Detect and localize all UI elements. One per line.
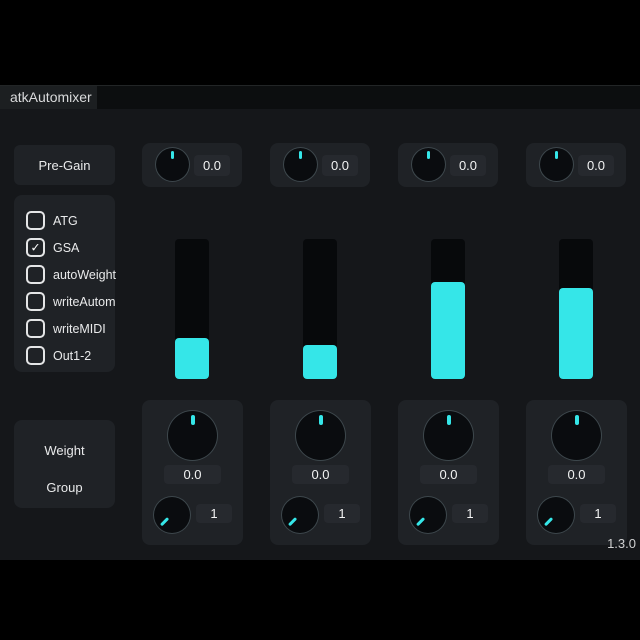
version-label: 1.3.0: [607, 536, 636, 551]
meter-fill: [175, 338, 209, 379]
checkbox-label: autoWeight: [53, 268, 116, 282]
checkbox-writemidi[interactable]: ✓ writeMIDI: [26, 315, 115, 342]
checkbox-icon: ✓: [26, 265, 45, 284]
checkbox-label: writeMIDI: [53, 322, 106, 336]
pregain-value[interactable]: 0.0: [322, 155, 358, 176]
weight-knob[interactable]: [423, 410, 474, 461]
weight-knob[interactable]: [551, 410, 602, 461]
pregain-knob-panel: 0.0: [398, 143, 498, 187]
plugin-main-surface: Pre-Gain ✓ ATG ✓ GSA ✓ autoWeight ✓ writ…: [0, 109, 640, 560]
pregain-value[interactable]: 0.0: [194, 155, 230, 176]
weight-value[interactable]: 0.0: [292, 465, 349, 484]
pregain-knob-panel: 0.0: [270, 143, 370, 187]
checkbox-label: Out1-2: [53, 349, 91, 363]
group-value[interactable]: 1: [324, 504, 360, 523]
group-label: Group: [14, 480, 115, 495]
meter-fill: [559, 288, 593, 379]
group-value[interactable]: 1: [452, 504, 488, 523]
meter-fill: [303, 345, 337, 379]
checkmark-icon: ✓: [30, 241, 40, 253]
group-knob[interactable]: [153, 496, 191, 534]
knob-indicator: [575, 415, 579, 425]
options-panel: ✓ ATG ✓ GSA ✓ autoWeight ✓ writeAutom ✓ …: [14, 195, 115, 372]
knob-indicator: [416, 517, 426, 527]
checkbox-icon: ✓: [26, 292, 45, 311]
pregain-knob[interactable]: [411, 147, 446, 182]
group-value[interactable]: 1: [196, 504, 232, 523]
pregain-knob[interactable]: [283, 147, 318, 182]
checkbox-gsa[interactable]: ✓ GSA: [26, 234, 115, 261]
weight-label: Weight: [14, 443, 115, 458]
group-value[interactable]: 1: [580, 504, 616, 523]
pregain-knob-panel: 0.0: [526, 143, 626, 187]
channel-2: 0.0 0.0 1: [270, 143, 371, 545]
weight-value[interactable]: 0.0: [420, 465, 477, 484]
pregain-value[interactable]: 0.0: [450, 155, 486, 176]
weight-value[interactable]: 0.0: [164, 465, 221, 484]
group-knob[interactable]: [537, 496, 575, 534]
level-meter[interactable]: [175, 239, 209, 379]
knob-indicator: [555, 151, 558, 159]
weight-value[interactable]: 0.0: [548, 465, 605, 484]
plugin-title-tab[interactable]: atkAutomixer: [0, 86, 97, 110]
knob-indicator: [171, 151, 174, 159]
level-meter[interactable]: [303, 239, 337, 379]
checkbox-icon: ✓: [26, 346, 45, 365]
weight-knob[interactable]: [167, 410, 218, 461]
knob-indicator: [299, 151, 302, 159]
group-knob[interactable]: [281, 496, 319, 534]
channel-4: 0.0 0.0 1: [526, 143, 627, 545]
checkbox-icon: ✓: [26, 211, 45, 230]
checkbox-autoweight[interactable]: ✓ autoWeight: [26, 261, 115, 288]
weight-group-panel: Weight Group: [14, 420, 115, 508]
knob-indicator: [288, 517, 298, 527]
knob-indicator: [319, 415, 323, 425]
checkbox-label: writeAutom: [53, 295, 116, 309]
knob-indicator: [447, 415, 451, 425]
weight-knob[interactable]: [295, 410, 346, 461]
pregain-knob-panel: 0.0: [142, 143, 242, 187]
pregain-knob[interactable]: [155, 147, 190, 182]
checkbox-icon: ✓: [26, 319, 45, 338]
knob-indicator: [427, 151, 430, 159]
channel-1: 0.0 0.0 1: [142, 143, 243, 545]
checkbox-label: ATG: [53, 214, 78, 228]
weight-group-controls: 0.0 1: [526, 400, 627, 545]
level-meter[interactable]: [431, 239, 465, 379]
weight-group-controls: 0.0 1: [142, 400, 243, 545]
meter-fill: [431, 282, 465, 379]
pre-gain-button[interactable]: Pre-Gain: [14, 145, 115, 185]
knob-indicator: [191, 415, 195, 425]
knob-indicator: [544, 517, 554, 527]
checkbox-out1-2[interactable]: ✓ Out1-2: [26, 342, 115, 369]
level-meter[interactable]: [559, 239, 593, 379]
pregain-knob[interactable]: [539, 147, 574, 182]
knob-indicator: [160, 517, 170, 527]
checkbox-writeautom[interactable]: ✓ writeAutom: [26, 288, 115, 315]
checkbox-label: GSA: [53, 241, 79, 255]
pregain-value[interactable]: 0.0: [578, 155, 614, 176]
weight-group-controls: 0.0 1: [270, 400, 371, 545]
channel-3: 0.0 0.0 1: [398, 143, 499, 545]
weight-group-controls: 0.0 1: [398, 400, 499, 545]
checkbox-icon: ✓: [26, 238, 45, 257]
checkbox-atg[interactable]: ✓ ATG: [26, 207, 115, 234]
group-knob[interactable]: [409, 496, 447, 534]
tab-bar: atkAutomixer: [0, 85, 640, 109]
